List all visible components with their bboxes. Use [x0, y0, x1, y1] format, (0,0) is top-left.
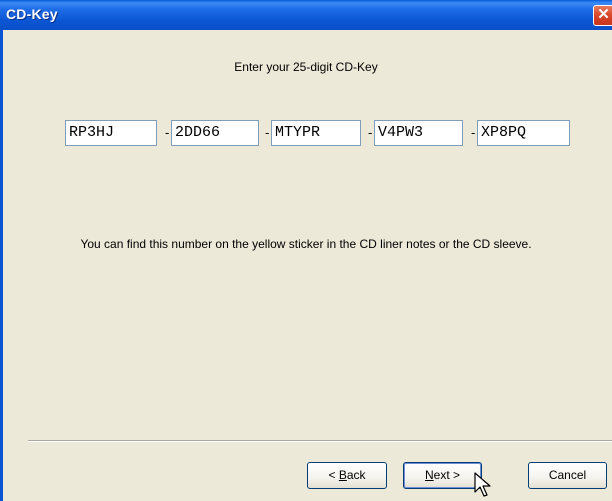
close-icon: ✕: [597, 6, 610, 23]
cd-key-field-2[interactable]: 2DD66: [171, 120, 259, 146]
cd-key-dialog: CD-Key ✕ Enter your 25-digit CD-Key RP3H…: [0, 0, 612, 501]
cancel-button[interactable]: Cancel: [528, 462, 607, 489]
cd-key-field-1[interactable]: RP3HJ: [65, 120, 157, 146]
segment-separator: -: [368, 125, 373, 140]
dialog-body: [0, 30, 612, 501]
next-button-mnemonic: N: [424, 468, 434, 482]
next-button[interactable]: Next >: [403, 462, 482, 489]
back-button-label: ack: [346, 468, 366, 482]
segment-separator: -: [265, 125, 270, 140]
window-border: [0, 30, 3, 501]
arrow-cursor-icon: [474, 472, 491, 497]
cd-key-prompt: Enter your 25-digit CD-Key: [234, 60, 378, 74]
window-title: CD-Key: [6, 6, 58, 22]
cd-key-field-5[interactable]: XP8PQ: [477, 120, 570, 146]
back-button-mnemonic: B: [338, 468, 347, 482]
segment-separator: -: [471, 125, 476, 140]
title-bar[interactable]: CD-Key ✕: [0, 0, 612, 30]
back-button[interactable]: < Back: [307, 462, 387, 489]
next-button-label: ext >: [433, 468, 461, 482]
cd-key-field-3[interactable]: MTYPR: [271, 120, 361, 146]
back-button-prefix: <: [328, 468, 339, 482]
segment-separator: -: [165, 125, 170, 140]
cd-key-location-hint: You can find this number on the yellow s…: [80, 237, 532, 251]
cd-key-field-4[interactable]: V4PW3: [374, 120, 463, 146]
button-divider: [28, 440, 612, 442]
close-button[interactable]: ✕: [593, 5, 612, 26]
